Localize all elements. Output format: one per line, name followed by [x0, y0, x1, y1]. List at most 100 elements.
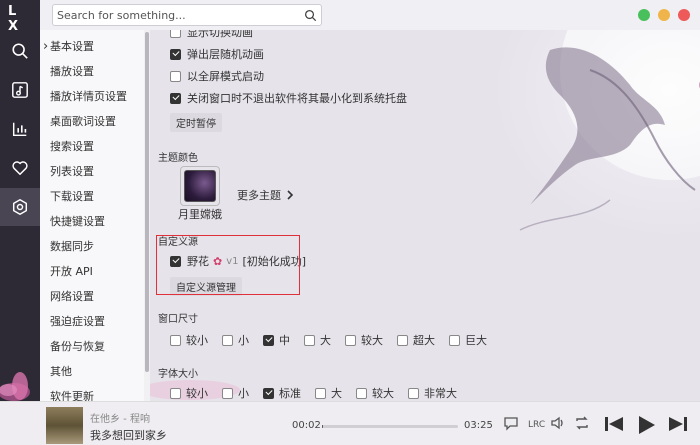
option-label: 小 — [238, 334, 249, 347]
nav-item-open-api[interactable]: 开放 API — [40, 259, 144, 284]
tray-minimize-row[interactable]: 关闭窗口时不退出软件将其最小化到系统托盘 — [170, 89, 407, 107]
favorites-nav-button[interactable] — [0, 149, 40, 187]
custom-source-highlight — [156, 235, 300, 295]
checkbox[interactable] — [449, 334, 460, 346]
nav-item-play[interactable]: 播放设置 — [40, 59, 144, 84]
window-size-option[interactable]: 较小 — [170, 332, 208, 348]
album-cover[interactable] — [46, 407, 83, 444]
nav-item-other[interactable]: 其他 — [40, 359, 144, 384]
font-size-option[interactable]: 小 — [222, 385, 249, 401]
popup-animation-checkbox[interactable] — [170, 48, 181, 60]
maximize-button[interactable] — [658, 9, 670, 21]
font-size-option[interactable]: 大 — [315, 385, 342, 401]
font-size-option[interactable]: 非常大 — [408, 385, 457, 401]
previous-button[interactable] — [603, 415, 625, 433]
search-box — [52, 4, 322, 26]
skip-next-icon — [669, 417, 687, 431]
lyric-toggle-button[interactable]: LRC — [527, 415, 545, 431]
window-size-option[interactable]: 大 — [304, 332, 331, 348]
checkbox[interactable] — [222, 334, 233, 346]
checkbox[interactable] — [397, 334, 408, 346]
window-size-option[interactable]: 中 — [263, 332, 290, 348]
app-logo: L X — [8, 4, 24, 34]
checkbox[interactable] — [170, 334, 181, 346]
font-size-options: 较小 小 标准 大 较大 非常大 — [170, 384, 471, 401]
search-icon — [304, 9, 316, 21]
window-size-option[interactable]: 超大 — [397, 332, 435, 348]
comment-button[interactable] — [503, 415, 519, 431]
search-input[interactable] — [53, 8, 299, 22]
popup-animation-row[interactable]: 弹出层随机动画 — [170, 45, 264, 63]
nav-item-sync[interactable]: 数据同步 — [40, 234, 144, 259]
nav-item-basic[interactable]: 基本设置 — [40, 34, 144, 59]
tray-minimize-label: 关闭窗口时不退出软件将其最小化到系统托盘 — [187, 92, 407, 105]
checkbox[interactable] — [170, 30, 181, 38]
nav-item-network[interactable]: 网络设置 — [40, 284, 144, 309]
checkbox[interactable] — [356, 387, 367, 399]
play-button[interactable] — [636, 415, 656, 435]
song-artist-line[interactable]: 在他乡 - 程响 — [90, 410, 150, 425]
search-nav-button[interactable] — [0, 32, 40, 70]
minimize-button[interactable] — [638, 9, 650, 21]
volume-button[interactable] — [550, 415, 566, 431]
progress-bar[interactable] — [322, 425, 458, 428]
window-size-section-title: 窗口尺寸 — [158, 314, 198, 325]
option-label: 较大 — [361, 334, 383, 347]
next-button[interactable] — [667, 415, 689, 433]
nav-item-odc[interactable]: 强迫症设置 — [40, 309, 144, 334]
fullscreen-start-row[interactable]: 以全屏模式启动 — [170, 67, 264, 85]
checkbox[interactable] — [315, 387, 326, 399]
theme-section-title: 主题颜色 — [158, 153, 198, 164]
font-size-option[interactable]: 较大 — [356, 385, 394, 401]
current-time: 00:02 — [292, 420, 321, 431]
checkbox[interactable] — [408, 387, 419, 399]
lyric-line: 我多想回到家乡 — [90, 429, 167, 442]
nav-item-download[interactable]: 下载设置 — [40, 184, 144, 209]
nav-item-list[interactable]: 列表设置 — [40, 159, 144, 184]
option-label: 较小 — [186, 387, 208, 400]
window-size-option[interactable]: 巨大 — [449, 332, 487, 348]
song-list-nav-button[interactable] — [0, 71, 40, 109]
cutoff-checkbox-row[interactable]: 显示切换动画 — [170, 30, 253, 41]
nav-item-desktop-lyric[interactable]: 桌面歌词设置 — [40, 109, 144, 134]
nav-item-play-detail[interactable]: 播放详情页设置 — [40, 84, 144, 109]
theme-name: 月里嫦娥 — [178, 208, 222, 221]
fullscreen-start-label: 以全屏模式启动 — [187, 70, 264, 83]
nav-item-search[interactable]: 搜索设置 — [40, 134, 144, 159]
option-label: 标准 — [279, 387, 301, 400]
option-label: 巨大 — [465, 334, 487, 347]
checkbox[interactable] — [345, 334, 356, 346]
nav-item-backup[interactable]: 备份与恢复 — [40, 334, 144, 359]
scrollbar-thumb[interactable] — [145, 32, 149, 372]
fullscreen-start-checkbox[interactable] — [170, 70, 181, 82]
lotus-decoration-icon — [0, 372, 30, 401]
leaderboard-nav-button[interactable] — [0, 110, 40, 148]
settings-nav-button[interactable] — [0, 188, 40, 226]
settings-scrollbar[interactable] — [145, 30, 149, 401]
more-themes-link[interactable]: 更多主题 — [237, 187, 295, 203]
timer-pause-button[interactable]: 定时暂停 — [170, 113, 222, 132]
nav-item-update[interactable]: 软件更新 — [40, 384, 144, 401]
play-mode-button[interactable] — [574, 415, 590, 431]
icon-rail: L X — [0, 0, 40, 401]
font-size-option[interactable]: 标准 — [263, 385, 301, 401]
option-label: 较小 — [186, 334, 208, 347]
settings-nav: 基本设置 播放设置 播放详情页设置 桌面歌词设置 搜索设置 列表设置 下载设置 … — [40, 30, 144, 401]
window-size-option[interactable]: 小 — [222, 332, 249, 348]
checkbox[interactable] — [222, 387, 233, 399]
close-button[interactable] — [678, 9, 690, 21]
checkbox[interactable] — [263, 334, 274, 346]
progress-fill — [322, 425, 324, 428]
lyric-icon: LRC — [528, 420, 545, 430]
theme-swatch-moon[interactable] — [184, 170, 216, 202]
settings-content: 显示切换动画 弹出层随机动画 以全屏模式启动 关闭窗口时不退出软件将其最小化到系… — [150, 30, 700, 401]
window-size-option[interactable]: 较大 — [345, 332, 383, 348]
tray-minimize-checkbox[interactable] — [170, 92, 181, 104]
player-bar: 在他乡 - 程响 我多想回到家乡 00:02 03:25 LRC — [0, 401, 700, 445]
checkbox[interactable] — [170, 387, 181, 399]
checkbox[interactable] — [263, 387, 274, 399]
nav-item-hotkey[interactable]: 快捷键设置 — [40, 209, 144, 234]
search-submit-button[interactable] — [299, 5, 321, 25]
checkbox[interactable] — [304, 334, 315, 346]
font-size-option[interactable]: 较小 — [170, 385, 208, 401]
